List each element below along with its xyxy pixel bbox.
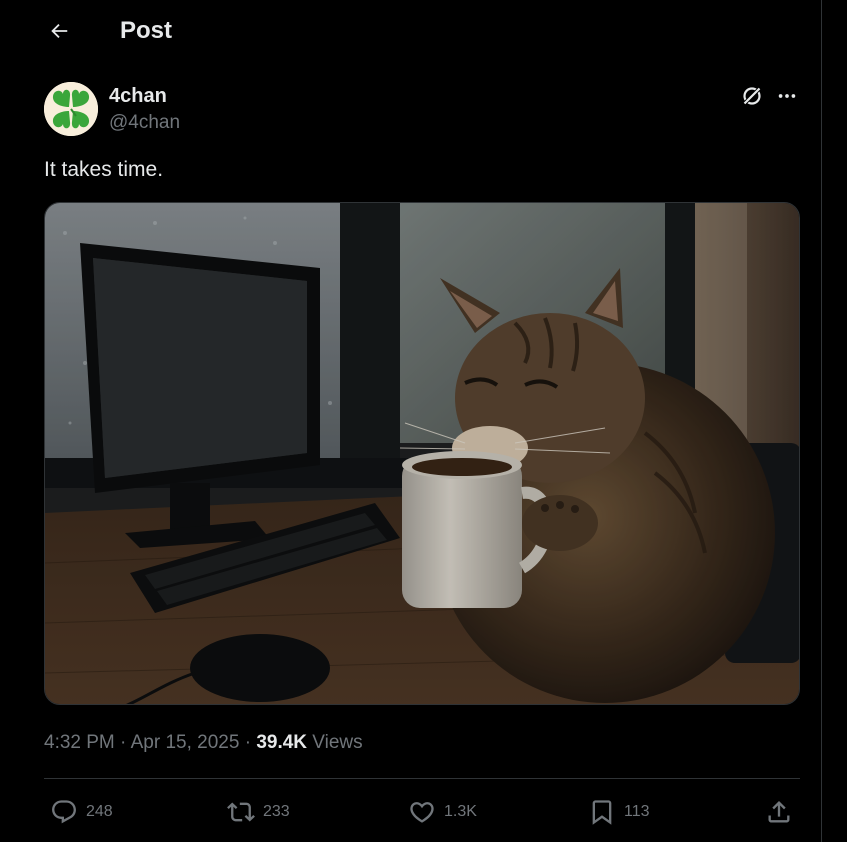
- bookmark-count: 113: [624, 803, 650, 820]
- arrow-left-icon: [51, 23, 68, 39]
- photo-icon: [45, 203, 799, 704]
- reply-count: 248: [86, 803, 113, 820]
- back-button[interactable]: [40, 12, 78, 50]
- page-header: Post: [0, 0, 821, 62]
- reply-icon: [52, 800, 76, 824]
- author-handle[interactable]: @4chan: [109, 112, 180, 134]
- bookmark-button[interactable]: 113: [588, 795, 650, 829]
- share-icon: [768, 801, 790, 823]
- like-count: 1.3K: [444, 803, 477, 820]
- repost-count: 233: [263, 803, 290, 820]
- bookmark-icon: [592, 800, 612, 825]
- meta-separator: ·: [239, 732, 257, 753]
- post-text: It takes time.: [44, 158, 164, 181]
- grok-button[interactable]: [738, 82, 766, 110]
- divider: [44, 778, 800, 779]
- post-image[interactable]: [44, 202, 800, 705]
- post-time[interactable]: 4:32 PM: [44, 732, 115, 753]
- grok-icon: [742, 86, 762, 106]
- avatar[interactable]: [44, 82, 98, 136]
- heart-icon: [410, 802, 434, 823]
- views-label: Views: [307, 732, 363, 753]
- like-button[interactable]: 1.3K: [408, 795, 477, 829]
- clover-logo-icon: [44, 82, 98, 136]
- post-date[interactable]: Apr 15, 2025: [131, 732, 240, 753]
- page-title: Post: [120, 17, 173, 44]
- share-button[interactable]: [765, 795, 793, 829]
- repost-button[interactable]: 233: [227, 795, 290, 829]
- meta-separator: ·: [114, 732, 131, 753]
- more-options-button[interactable]: [773, 82, 801, 110]
- views-count: 39.4K: [256, 732, 308, 753]
- repost-icon: [227, 802, 255, 822]
- more-dots-icon: [778, 94, 796, 98]
- author-name[interactable]: 4chan: [109, 85, 167, 107]
- column-border: [821, 0, 822, 842]
- reply-button[interactable]: 248: [50, 795, 113, 829]
- post-meta: 4:32 PM · Apr 15, 2025 · 39.4K Views: [44, 731, 363, 755]
